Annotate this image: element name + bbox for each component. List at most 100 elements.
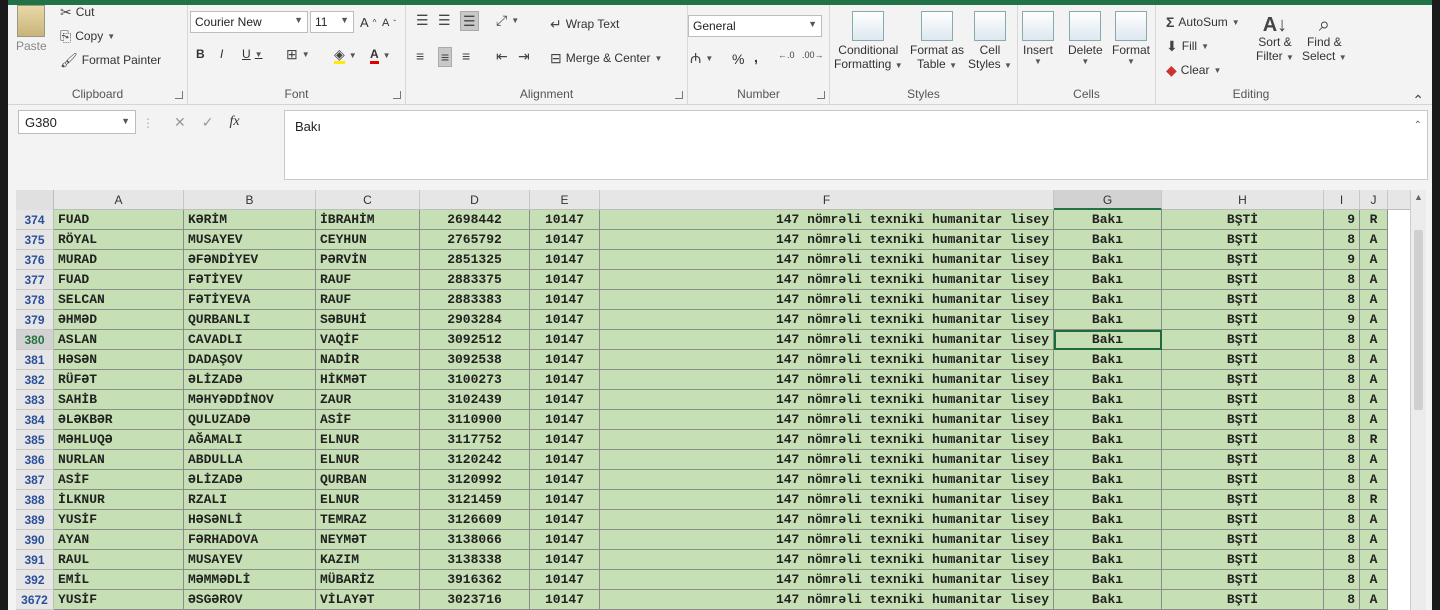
cell-i[interactable]: 8: [1324, 290, 1360, 310]
cell-g[interactable]: Bakı: [1054, 390, 1162, 410]
cell-a[interactable]: EMİL: [54, 570, 184, 590]
cell-f[interactable]: 147 nömrəli texniki humanitar lisey: [600, 430, 1054, 450]
cell-j[interactable]: A: [1360, 350, 1388, 370]
decrease-decimal-button[interactable]: .00→: [802, 51, 824, 60]
cell-g[interactable]: Bakı: [1054, 230, 1162, 250]
column-header-g[interactable]: G: [1054, 190, 1162, 210]
cell-f[interactable]: 147 nömrəli texniki humanitar lisey: [600, 530, 1054, 550]
cell-j[interactable]: A: [1360, 230, 1388, 250]
cell-d[interactable]: 3092538: [420, 350, 530, 370]
cell-a[interactable]: ASLAN: [54, 330, 184, 350]
cell-e[interactable]: 10147: [530, 530, 600, 550]
column-header-b[interactable]: B: [184, 190, 316, 210]
cell-f[interactable]: 147 nömrəli texniki humanitar lisey: [600, 570, 1054, 590]
cell-a[interactable]: RÖYAL: [54, 230, 184, 250]
vertical-scrollbar[interactable]: ▲: [1410, 190, 1426, 610]
cell-d[interactable]: 3138338: [420, 550, 530, 570]
cell-h[interactable]: BŞTİ: [1162, 350, 1324, 370]
select-all-button[interactable]: [16, 190, 54, 210]
cell-i[interactable]: 8: [1324, 390, 1360, 410]
cell-d[interactable]: 3121459: [420, 490, 530, 510]
cell-c[interactable]: ELNUR: [316, 490, 420, 510]
copy-button[interactable]: ⎘ Copy ▼: [60, 29, 115, 43]
cell-i[interactable]: 8: [1324, 530, 1360, 550]
number-format-select[interactable]: General ▼: [688, 15, 822, 37]
cell-e[interactable]: 10147: [530, 290, 600, 310]
cell-h[interactable]: BŞTİ: [1162, 490, 1324, 510]
cell-h[interactable]: BŞTİ: [1162, 250, 1324, 270]
cell-g[interactable]: Bakı: [1054, 570, 1162, 590]
cell-f[interactable]: 147 nömrəli texniki humanitar lisey: [600, 590, 1054, 610]
cell-i[interactable]: 8: [1324, 270, 1360, 290]
cell-h[interactable]: BŞTİ: [1162, 530, 1324, 550]
align-left-button[interactable]: ≡: [416, 49, 424, 63]
cell-d[interactable]: 3023716: [420, 590, 530, 610]
increase-decimal-button[interactable]: ←.0: [778, 51, 795, 60]
dialog-launcher-icon[interactable]: [393, 91, 401, 99]
cell-b[interactable]: ƏLİZADƏ: [184, 470, 316, 490]
cell-h[interactable]: BŞTİ: [1162, 570, 1324, 590]
name-box[interactable]: G380 ▼: [18, 110, 136, 134]
cell-e[interactable]: 10147: [530, 310, 600, 330]
font-size-select[interactable]: 11 ▼: [310, 11, 354, 33]
paste-button[interactable]: Paste: [16, 5, 47, 53]
cell-i[interactable]: 8: [1324, 430, 1360, 450]
fill-color-button[interactable]: ◈ ▼: [334, 47, 357, 64]
cell-d[interactable]: 2883375: [420, 270, 530, 290]
cell-a[interactable]: YUSİF: [54, 510, 184, 530]
font-name-select[interactable]: Courier New ▼: [190, 11, 308, 33]
cell-d[interactable]: 3110900: [420, 410, 530, 430]
cell-j[interactable]: A: [1360, 370, 1388, 390]
cell-b[interactable]: ƏLİZADƏ: [184, 370, 316, 390]
column-header-h[interactable]: H: [1162, 190, 1324, 210]
cell-g[interactable]: Bakı: [1054, 490, 1162, 510]
cell-b[interactable]: FƏTİYEV: [184, 270, 316, 290]
cell-j[interactable]: A: [1360, 550, 1388, 570]
cell-a[interactable]: SELCAN: [54, 290, 184, 310]
italic-button[interactable]: I: [220, 47, 223, 61]
cell-e[interactable]: 10147: [530, 370, 600, 390]
cell-b[interactable]: QULUZADƏ: [184, 410, 316, 430]
cell-f[interactable]: 147 nömrəli texniki humanitar lisey: [600, 290, 1054, 310]
cancel-icon[interactable]: ✕: [174, 114, 186, 131]
cell-a[interactable]: MURAD: [54, 250, 184, 270]
row-header[interactable]: 378: [16, 290, 54, 310]
cell-j[interactable]: R: [1360, 210, 1388, 230]
cell-g[interactable]: Bakı: [1054, 590, 1162, 610]
cell-b[interactable]: RZALI: [184, 490, 316, 510]
row-header[interactable]: 3672: [16, 590, 54, 610]
cell-g[interactable]: Bakı: [1054, 410, 1162, 430]
cell-c[interactable]: QURBAN: [316, 470, 420, 490]
cell-h[interactable]: BŞTİ: [1162, 310, 1324, 330]
scroll-up-icon[interactable]: ▲: [1414, 192, 1423, 202]
cell-b[interactable]: ƏSGƏROV: [184, 590, 316, 610]
font-color-button[interactable]: A ▼: [370, 47, 391, 64]
cell-j[interactable]: R: [1360, 430, 1388, 450]
align-bottom-button[interactable]: ☰: [460, 11, 479, 31]
cell-i[interactable]: 8: [1324, 570, 1360, 590]
cell-d[interactable]: 3100273: [420, 370, 530, 390]
cell-a[interactable]: YUSİF: [54, 590, 184, 610]
cell-f[interactable]: 147 nömrəli texniki humanitar lisey: [600, 490, 1054, 510]
grow-font-button[interactable]: A ^: [360, 15, 376, 30]
shrink-font-button[interactable]: Aˇ: [382, 17, 396, 29]
cell-j[interactable]: A: [1360, 510, 1388, 530]
merge-center-button[interactable]: ⊟ Merge & Center ▼: [550, 51, 662, 65]
cell-c[interactable]: NEYMƏT: [316, 530, 420, 550]
cell-c[interactable]: NADİR: [316, 350, 420, 370]
scrollbar-thumb[interactable]: [1414, 230, 1423, 410]
borders-button[interactable]: ⊞ ▼: [286, 47, 310, 61]
cell-g[interactable]: Bakı: [1054, 550, 1162, 570]
cell-i[interactable]: 8: [1324, 410, 1360, 430]
cell-g[interactable]: Bakı: [1054, 510, 1162, 530]
fill-button[interactable]: ⬇ Fill ▼: [1166, 39, 1209, 53]
cell-j[interactable]: A: [1360, 330, 1388, 350]
cell-j[interactable]: A: [1360, 250, 1388, 270]
cell-g[interactable]: Bakı: [1054, 310, 1162, 330]
cell-b[interactable]: FƏRHADOVA: [184, 530, 316, 550]
cell-i[interactable]: 9: [1324, 210, 1360, 230]
row-header[interactable]: 379: [16, 310, 54, 330]
row-header[interactable]: 381: [16, 350, 54, 370]
cell-f[interactable]: 147 nömrəli texniki humanitar lisey: [600, 270, 1054, 290]
cell-c[interactable]: VAQİF: [316, 330, 420, 350]
